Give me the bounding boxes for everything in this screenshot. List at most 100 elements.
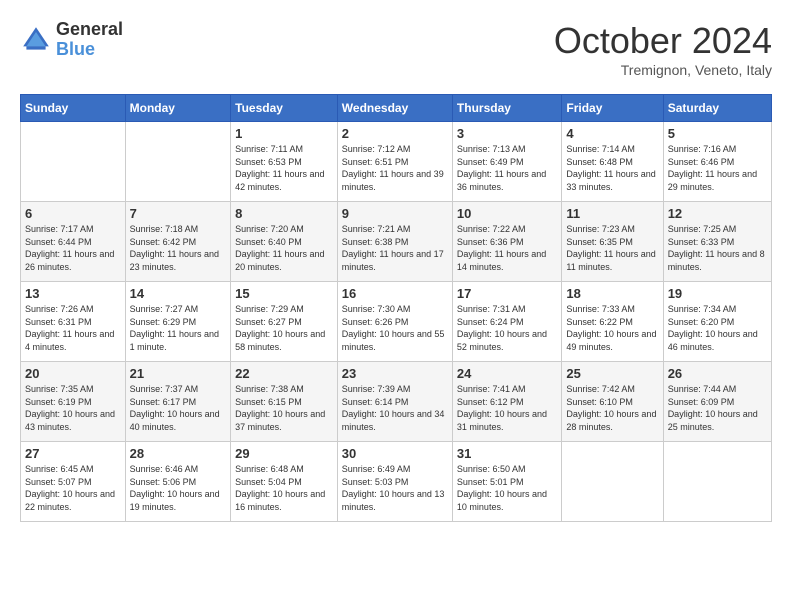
page-header: General Blue October 2024 Tremignon, Ven… [20, 20, 772, 78]
day-number: 24 [457, 366, 557, 381]
day-info: Sunrise: 7:39 AM Sunset: 6:14 PM Dayligh… [342, 383, 448, 433]
day-cell: 22 Sunrise: 7:38 AM Sunset: 6:15 PM Dayli… [231, 362, 338, 442]
location: Tremignon, Veneto, Italy [554, 62, 772, 78]
day-info: Sunrise: 7:16 AM Sunset: 6:46 PM Dayligh… [668, 143, 767, 193]
day-info: Sunrise: 7:22 AM Sunset: 6:36 PM Dayligh… [457, 223, 557, 273]
header-cell-thursday: Thursday [452, 95, 561, 122]
day-number: 16 [342, 286, 448, 301]
header-row: SundayMondayTuesdayWednesdayThursdayFrid… [21, 95, 772, 122]
day-number: 21 [130, 366, 227, 381]
logo-icon [20, 24, 52, 56]
day-cell: 9 Sunrise: 7:21 AM Sunset: 6:38 PM Daylig… [337, 202, 452, 282]
day-cell: 26 Sunrise: 7:44 AM Sunset: 6:09 PM Dayli… [663, 362, 771, 442]
day-info: Sunrise: 7:37 AM Sunset: 6:17 PM Dayligh… [130, 383, 227, 433]
day-number: 18 [566, 286, 658, 301]
day-cell: 18 Sunrise: 7:33 AM Sunset: 6:22 PM Dayli… [562, 282, 663, 362]
day-number: 15 [235, 286, 333, 301]
title-block: October 2024 Tremignon, Veneto, Italy [554, 20, 772, 78]
day-number: 1 [235, 126, 333, 141]
day-number: 27 [25, 446, 121, 461]
day-number: 8 [235, 206, 333, 221]
day-info: Sunrise: 7:30 AM Sunset: 6:26 PM Dayligh… [342, 303, 448, 353]
day-cell: 8 Sunrise: 7:20 AM Sunset: 6:40 PM Daylig… [231, 202, 338, 282]
week-row-1: 1 Sunrise: 7:11 AM Sunset: 6:53 PM Daylig… [21, 122, 772, 202]
day-cell: 10Sunrise: 7:22 AM Sunset: 6:36 PM Dayli… [452, 202, 561, 282]
week-row-3: 13Sunrise: 7:26 AM Sunset: 6:31 PM Dayli… [21, 282, 772, 362]
day-cell: 24 Sunrise: 7:41 AM Sunset: 6:12 PM Dayli… [452, 362, 561, 442]
day-info: Sunrise: 7:13 AM Sunset: 6:49 PM Dayligh… [457, 143, 557, 193]
header-cell-wednesday: Wednesday [337, 95, 452, 122]
day-info: Sunrise: 7:27 AM Sunset: 6:29 PM Dayligh… [130, 303, 227, 353]
day-number: 28 [130, 446, 227, 461]
day-number: 12 [668, 206, 767, 221]
day-number: 31 [457, 446, 557, 461]
day-cell: 31 Sunrise: 6:50 AM Sunset: 5:01 PM Dayli… [452, 442, 561, 522]
day-number: 14 [130, 286, 227, 301]
logo-text: General Blue [56, 20, 123, 60]
day-number: 25 [566, 366, 658, 381]
day-info: Sunrise: 7:25 AM Sunset: 6:33 PM Dayligh… [668, 223, 767, 273]
day-number: 26 [668, 366, 767, 381]
day-info: Sunrise: 7:31 AM Sunset: 6:24 PM Dayligh… [457, 303, 557, 353]
day-info: Sunrise: 7:35 AM Sunset: 6:19 PM Dayligh… [25, 383, 121, 433]
header-cell-monday: Monday [125, 95, 231, 122]
day-number: 4 [566, 126, 658, 141]
day-number: 13 [25, 286, 121, 301]
day-number: 2 [342, 126, 448, 141]
day-cell: 2 Sunrise: 7:12 AM Sunset: 6:51 PM Daylig… [337, 122, 452, 202]
day-info: Sunrise: 7:44 AM Sunset: 6:09 PM Dayligh… [668, 383, 767, 433]
header-cell-friday: Friday [562, 95, 663, 122]
day-number: 23 [342, 366, 448, 381]
day-cell: 11 Sunrise: 7:23 AM Sunset: 6:35 PM Dayli… [562, 202, 663, 282]
day-info: Sunrise: 7:29 AM Sunset: 6:27 PM Dayligh… [235, 303, 333, 353]
day-info: Sunrise: 6:50 AM Sunset: 5:01 PM Dayligh… [457, 463, 557, 513]
day-cell: 29 Sunrise: 6:48 AM Sunset: 5:04 PM Dayli… [231, 442, 338, 522]
day-number: 3 [457, 126, 557, 141]
day-cell: 21 Sunrise: 7:37 AM Sunset: 6:17 PM Dayli… [125, 362, 231, 442]
logo: General Blue [20, 20, 123, 60]
day-cell: 12 Sunrise: 7:25 AM Sunset: 6:33 PM Dayli… [663, 202, 771, 282]
day-number: 22 [235, 366, 333, 381]
calendar-table: SundayMondayTuesdayWednesdayThursdayFrid… [20, 94, 772, 522]
header-cell-tuesday: Tuesday [231, 95, 338, 122]
week-row-4: 20Sunrise: 7:35 AM Sunset: 6:19 PM Dayli… [21, 362, 772, 442]
day-info: Sunrise: 7:17 AM Sunset: 6:44 PM Dayligh… [25, 223, 121, 273]
day-cell [125, 122, 231, 202]
day-info: Sunrise: 7:38 AM Sunset: 6:15 PM Dayligh… [235, 383, 333, 433]
day-cell [663, 442, 771, 522]
header-cell-saturday: Saturday [663, 95, 771, 122]
day-info: Sunrise: 6:49 AM Sunset: 5:03 PM Dayligh… [342, 463, 448, 513]
day-number: 5 [668, 126, 767, 141]
day-cell: 3 Sunrise: 7:13 AM Sunset: 6:49 PM Daylig… [452, 122, 561, 202]
day-cell: 5 Sunrise: 7:16 AM Sunset: 6:46 PM Daylig… [663, 122, 771, 202]
day-info: Sunrise: 6:48 AM Sunset: 5:04 PM Dayligh… [235, 463, 333, 513]
day-cell: 23 Sunrise: 7:39 AM Sunset: 6:14 PM Dayli… [337, 362, 452, 442]
day-info: Sunrise: 6:46 AM Sunset: 5:06 PM Dayligh… [130, 463, 227, 513]
day-info: Sunrise: 7:33 AM Sunset: 6:22 PM Dayligh… [566, 303, 658, 353]
day-cell: 7Sunrise: 7:18 AM Sunset: 6:42 PM Daylig… [125, 202, 231, 282]
day-cell: 27 Sunrise: 6:45 AM Sunset: 5:07 PM Dayli… [21, 442, 126, 522]
day-info: Sunrise: 7:12 AM Sunset: 6:51 PM Dayligh… [342, 143, 448, 193]
day-number: 9 [342, 206, 448, 221]
day-cell: 30Sunrise: 6:49 AM Sunset: 5:03 PM Dayli… [337, 442, 452, 522]
month-title: October 2024 [554, 20, 772, 62]
header-cell-sunday: Sunday [21, 95, 126, 122]
day-info: Sunrise: 7:20 AM Sunset: 6:40 PM Dayligh… [235, 223, 333, 273]
day-info: Sunrise: 7:21 AM Sunset: 6:38 PM Dayligh… [342, 223, 448, 273]
day-number: 7 [130, 206, 227, 221]
day-info: Sunrise: 6:45 AM Sunset: 5:07 PM Dayligh… [25, 463, 121, 513]
day-cell: 20Sunrise: 7:35 AM Sunset: 6:19 PM Dayli… [21, 362, 126, 442]
day-info: Sunrise: 7:23 AM Sunset: 6:35 PM Dayligh… [566, 223, 658, 273]
day-cell: 28 Sunrise: 6:46 AM Sunset: 5:06 PM Dayli… [125, 442, 231, 522]
day-number: 6 [25, 206, 121, 221]
day-info: Sunrise: 7:11 AM Sunset: 6:53 PM Dayligh… [235, 143, 333, 193]
logo-blue: Blue [56, 40, 123, 60]
day-number: 11 [566, 206, 658, 221]
day-info: Sunrise: 7:41 AM Sunset: 6:12 PM Dayligh… [457, 383, 557, 433]
day-cell [21, 122, 126, 202]
day-cell: 17Sunrise: 7:31 AM Sunset: 6:24 PM Dayli… [452, 282, 561, 362]
day-cell: 13Sunrise: 7:26 AM Sunset: 6:31 PM Dayli… [21, 282, 126, 362]
day-cell: 14 Sunrise: 7:27 AM Sunset: 6:29 PM Dayli… [125, 282, 231, 362]
day-cell: 1 Sunrise: 7:11 AM Sunset: 6:53 PM Daylig… [231, 122, 338, 202]
day-number: 29 [235, 446, 333, 461]
